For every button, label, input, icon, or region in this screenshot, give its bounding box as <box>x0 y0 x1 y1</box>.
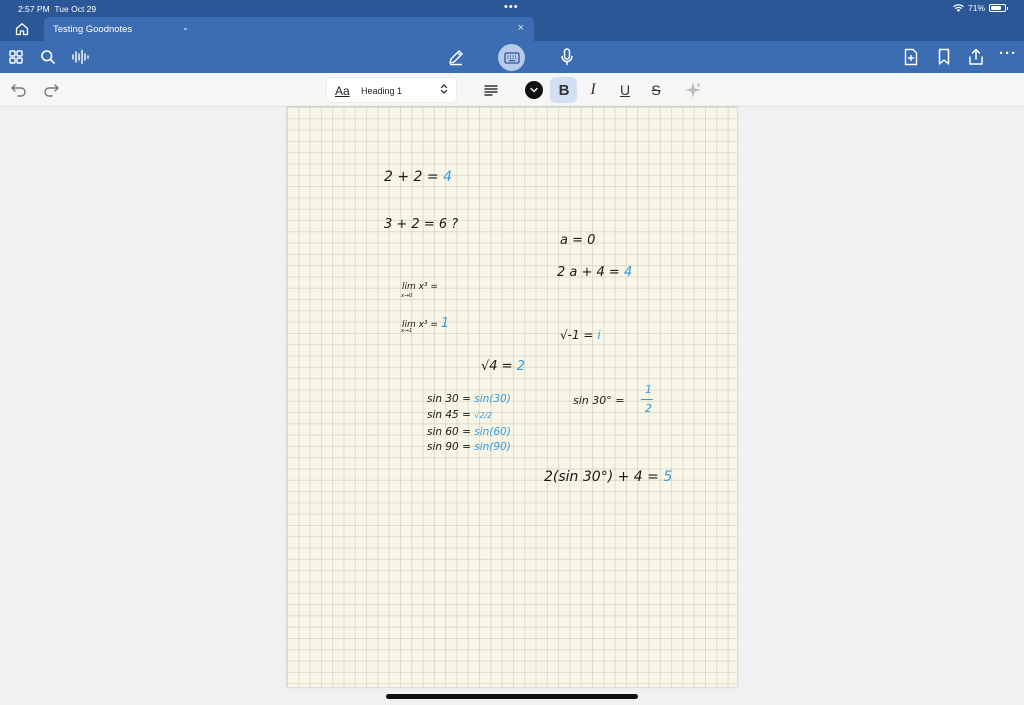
equation-2plus2: 2 + 2 = 4 <box>384 169 453 185</box>
equation-sqrt-neg1: √-1 = i <box>560 328 601 342</box>
limit-sub-1: x→1 <box>401 328 413 334</box>
tab-document[interactable]: Testing Goodnotes ⌄ × <box>44 17 534 41</box>
strikethrough-button[interactable]: S <box>647 81 665 99</box>
undo-icon[interactable] <box>10 81 28 99</box>
equation-sin30-degrees: sin 30° = <box>573 394 625 407</box>
notebook-page[interactable]: 2 + 2 = 4 3 + 2 = 6 ? a = 0 2 a + 4 = 4 … <box>287 107 737 687</box>
close-icon[interactable]: × <box>518 22 524 34</box>
status-right: 71% <box>952 3 1008 13</box>
grid-icon[interactable] <box>6 47 26 67</box>
fraction-denominator: 2 <box>645 402 652 415</box>
tab-bar: Testing Goodnotes ⌄ × <box>0 17 1024 41</box>
status-time: 2:57 PM Tue Oct 29 <box>18 4 97 14</box>
equation-sin30: sin 30 = sin(30) <box>427 393 511 405</box>
main-toolbar: ··· <box>0 41 1024 73</box>
pen-icon[interactable] <box>446 47 466 67</box>
home-indicator[interactable] <box>386 694 638 699</box>
bookmark-icon[interactable] <box>934 47 954 67</box>
wifi-icon <box>952 4 964 12</box>
bold-button[interactable]: B <box>555 81 573 99</box>
equation-final: 2(sin 30°) + 4 = 5 <box>544 469 673 485</box>
equation-sqrt4: √4 = 2 <box>481 359 526 374</box>
text-color-button[interactable] <box>525 81 543 99</box>
limit-x-to-0: lim x³ = <box>402 282 438 292</box>
fraction-bar <box>641 399 653 401</box>
battery-icon <box>989 4 1008 12</box>
underline-button[interactable]: U <box>616 81 634 99</box>
format-bar: Aa Heading 1 I U S <box>0 73 1024 107</box>
italic-button[interactable]: I <box>584 81 602 99</box>
chevron-updown-icon <box>440 83 448 98</box>
equation-2a-plus-4: 2 a + 4 = 4 <box>557 265 633 280</box>
align-left-icon[interactable] <box>482 81 500 99</box>
text-style-icon: Aa <box>335 84 350 98</box>
text-style-picker[interactable]: Aa Heading 1 <box>326 77 457 103</box>
chevron-down-icon[interactable]: ⌄ <box>182 23 189 32</box>
equation-sin90: sin 90 = sin(90) <box>427 441 511 453</box>
redo-icon[interactable] <box>42 81 60 99</box>
text-style-label: Heading 1 <box>361 86 403 96</box>
limit-sub-0: x→0 <box>401 293 413 299</box>
keyboard-icon[interactable] <box>498 44 525 71</box>
equation-sin45: sin 45 = √2/2 <box>427 409 493 421</box>
multitasking-dots[interactable]: ••• <box>504 1 519 13</box>
battery-percent: 71% <box>967 3 985 13</box>
equation-a-zero: a = 0 <box>560 233 596 248</box>
audio-icon[interactable] <box>70 47 90 67</box>
equation-sin60: sin 60 = sin(60) <box>427 426 511 438</box>
sparkle-icon[interactable] <box>684 81 702 99</box>
tab-title: Testing Goodnotes <box>53 24 133 35</box>
microphone-icon[interactable] <box>557 47 577 67</box>
search-icon[interactable] <box>38 47 58 67</box>
share-icon[interactable] <box>966 47 986 67</box>
fraction-numerator: 1 <box>645 383 652 396</box>
home-icon[interactable] <box>14 21 30 37</box>
add-page-icon[interactable] <box>901 47 921 67</box>
status-bar: 2:57 PM Tue Oct 29 ••• 71% <box>0 0 1024 17</box>
equation-3plus2: 3 + 2 = 6 ? <box>384 217 459 232</box>
more-icon[interactable]: ··· <box>998 43 1018 63</box>
